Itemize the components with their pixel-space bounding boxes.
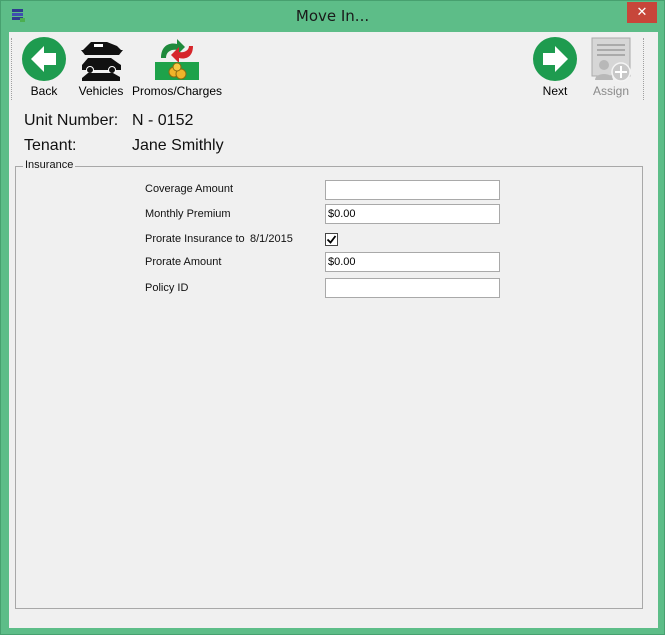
assign-label: Assign — [592, 84, 630, 98]
next-label: Next — [542, 84, 568, 98]
policy-id-label: Policy ID — [145, 282, 189, 294]
tenant-label: Tenant: — [24, 137, 77, 154]
prorate-amount-input[interactable] — [325, 252, 500, 272]
promos-charges-icon — [153, 36, 201, 87]
unit-number-label: Unit Number: — [24, 112, 119, 129]
monthly-premium-input[interactable] — [325, 204, 500, 224]
toolbar-grip[interactable] — [11, 38, 13, 100]
promos-charges-label: Promos/Charges — [131, 84, 223, 98]
prorate-amount-label: Prorate Amount — [145, 256, 222, 268]
next-button[interactable]: Next — [529, 36, 581, 98]
assign-button[interactable]: Assign — [585, 36, 637, 98]
monthly-premium-label: Monthly Premium — [145, 208, 231, 220]
prorate-insurance-label: Prorate Insurance to — [145, 233, 245, 245]
title-bar[interactable]: Move In... ✕ — [1, 1, 664, 32]
coverage-amount-input[interactable] — [325, 180, 500, 200]
promos-charges-button[interactable]: Promos/Charges — [131, 36, 223, 98]
prorate-date: 8/1/2015 — [250, 233, 293, 245]
toolbar-grip-right[interactable] — [643, 38, 645, 100]
vehicles-icon — [77, 36, 125, 87]
policy-id-input[interactable] — [325, 278, 500, 298]
assign-user-icon — [588, 36, 634, 87]
prorate-insurance-checkbox[interactable] — [325, 233, 338, 246]
unit-number-value: N - 0152 — [132, 112, 194, 129]
insurance-group-title: Insurance — [23, 159, 76, 171]
move-in-window: Move In... ✕ Back Vehicles Promos/Charge… — [0, 0, 665, 635]
vehicles-button[interactable]: Vehicles — [75, 36, 127, 98]
back-label: Back — [30, 84, 58, 98]
tenant-value: Jane Smithly — [132, 137, 224, 154]
back-arrow-icon — [21, 36, 67, 87]
insurance-group: Insurance Coverage Amount Monthly Premiu… — [15, 159, 643, 609]
coverage-amount-label: Coverage Amount — [145, 183, 234, 195]
next-arrow-icon — [532, 36, 578, 87]
client-area: Back Vehicles Promos/Charges Next Assign… — [9, 32, 658, 628]
vehicles-label: Vehicles — [78, 84, 124, 98]
back-button[interactable]: Back — [17, 36, 71, 98]
close-button[interactable]: ✕ — [627, 2, 657, 23]
toolbar: Back Vehicles Promos/Charges Next Assign — [9, 32, 658, 100]
window-title: Move In... — [295, 7, 370, 25]
